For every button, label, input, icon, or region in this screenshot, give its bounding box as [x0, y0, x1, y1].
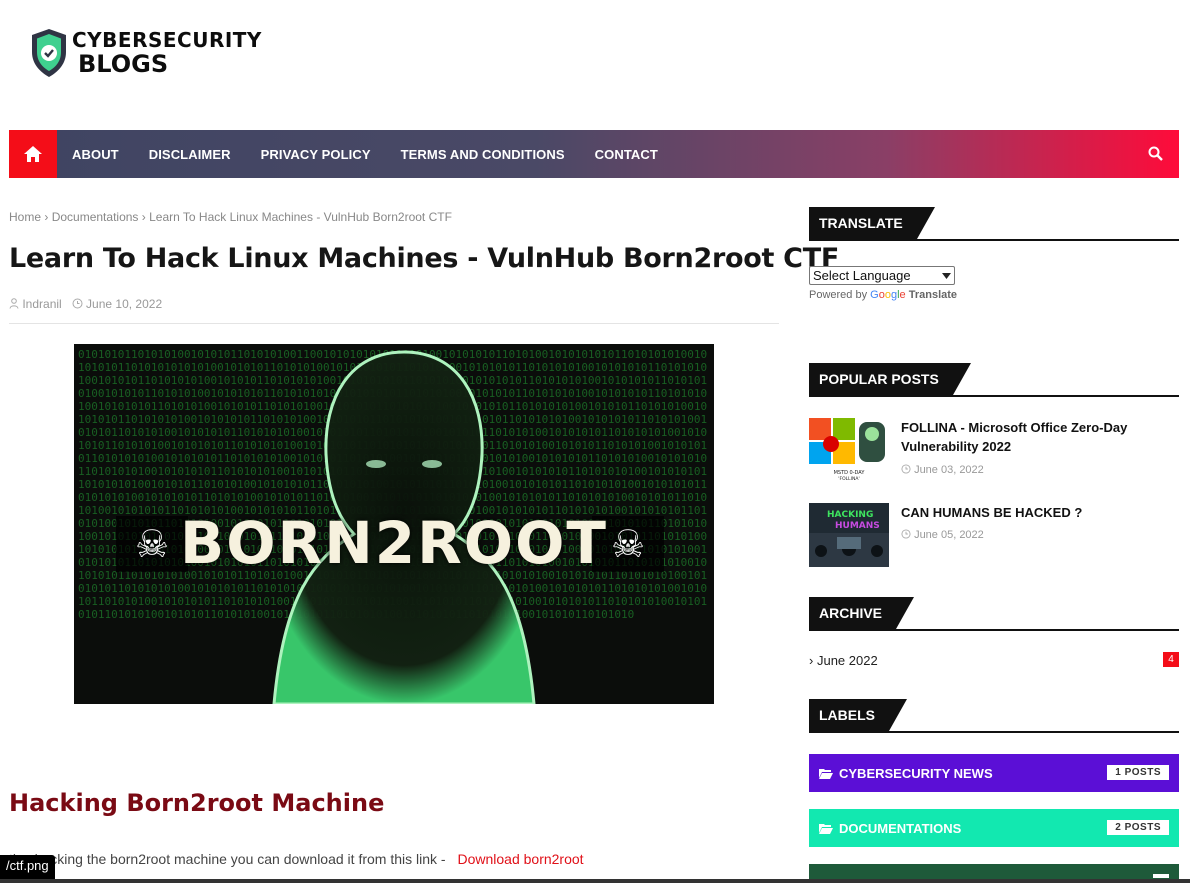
folder-open-icon [819, 768, 833, 779]
svg-text:'FOLLINA': 'FOLLINA' [838, 476, 859, 482]
post-date: June 10, 2022 [86, 297, 163, 311]
label-name: DOCUMENTATIONS [839, 820, 962, 836]
widget-title: LABELS [809, 699, 907, 731]
main-nav: ABOUT DISCLAIMER PRIVACY POLICY TERMS AN… [9, 130, 1179, 178]
popular-posts-widget-header: POPULAR POSTS [809, 363, 1179, 397]
shield-check-icon [32, 29, 66, 77]
archive-widget-header: ARCHIVE [809, 597, 1179, 631]
hacking-humans-thumbnail: HACKING HUMANS [809, 503, 889, 567]
label-documentations[interactable]: DOCUMENTATIONS 2 POSTS [809, 809, 1179, 847]
logo-subtitle: BLOGS [78, 50, 169, 78]
label-count: 2 POSTS [1107, 820, 1169, 835]
paragraph: tice hacking the born2root machine you c… [9, 851, 584, 867]
site-logo[interactable]: CYBERSECURITY BLOGS [30, 28, 262, 78]
svg-text:MSTD 0-DAY: MSTD 0-DAY [834, 470, 866, 476]
search-button[interactable] [1148, 146, 1163, 165]
archive-item-label: June 2022 [816, 653, 878, 668]
nav-item-about[interactable]: ABOUT [57, 147, 134, 162]
hero-image: 0101010110101010010101011010101001100101… [74, 344, 714, 704]
post-title: Learn To Hack Linux Machines - VulnHub B… [9, 243, 839, 274]
google-logo: Google [870, 289, 906, 301]
label-cybersecurity-news[interactable]: CYBERSECURITY NEWS 1 POSTS [809, 754, 1179, 792]
widget-title: TRANSLATE [809, 207, 935, 239]
language-select-value: Select Language [813, 268, 911, 283]
post-thumbnail[interactable]: HACKING HUMANS [809, 503, 889, 567]
label-name: CYBERSECURITY NEWS [839, 765, 993, 781]
svg-text:HUMANS: HUMANS [835, 521, 880, 531]
nav-home-button[interactable] [9, 130, 57, 178]
nav-item-terms[interactable]: TERMS AND CONDITIONS [386, 147, 580, 162]
home-icon [24, 146, 42, 162]
archive-count-badge: 4 [1163, 652, 1179, 667]
window-bottom-edge [0, 879, 1190, 883]
status-url-tooltip: /ctf.png [0, 855, 55, 879]
label-count [1153, 874, 1169, 878]
powered-by-google: Powered by Google Translate [809, 289, 957, 301]
breadcrumb-current: Learn To Hack Linux Machines - VulnHub B… [149, 210, 452, 224]
labels-widget-header: LABELS [809, 699, 1179, 733]
widget-title: POPULAR POSTS [809, 363, 971, 395]
follina-thumbnail: MSTD 0-DAY 'FOLLINA' [809, 418, 889, 482]
nav-item-privacy-policy[interactable]: PRIVACY POLICY [246, 147, 386, 162]
popular-post-date: June 03, 2022 [901, 464, 984, 476]
logo-title: CYBERSECURITY [72, 28, 262, 52]
nav-item-contact[interactable]: CONTACT [580, 147, 673, 162]
powered-by-text: Powered by [809, 289, 868, 301]
clock-icon [901, 529, 911, 539]
hero-title: BORN2ROOT [180, 509, 608, 577]
post-author[interactable]: Indranil [22, 297, 61, 311]
clock-icon [901, 464, 911, 474]
chevron-right-icon: › [44, 210, 52, 224]
breadcrumb-section[interactable]: Documentations [52, 210, 139, 224]
post-thumbnail[interactable]: MSTD 0-DAY 'FOLLINA' [809, 418, 889, 482]
download-link[interactable]: Download born2root [457, 851, 583, 867]
search-icon [1148, 146, 1163, 161]
translate-widget-header: TRANSLATE [809, 207, 1179, 241]
divider [9, 323, 779, 324]
popular-post-date-text: June 05, 2022 [914, 529, 984, 541]
paragraph-text: tice hacking the born2root machine you c… [9, 851, 446, 867]
translate-link[interactable]: Translate [909, 289, 957, 301]
breadcrumb: Home › Documentations › Learn To Hack Li… [9, 210, 452, 224]
archive-item[interactable]: › June 2022 [809, 653, 878, 668]
user-icon [9, 298, 19, 309]
label-count: 1 POSTS [1107, 765, 1169, 780]
post-meta: Indranil June 10, 2022 [9, 297, 162, 311]
chevron-right-icon: › [809, 653, 814, 668]
folder-open-icon [819, 823, 833, 834]
popular-post-title[interactable]: CAN HUMANS BE HACKED ? [901, 503, 1171, 522]
popular-post-date: June 05, 2022 [901, 529, 984, 541]
chevron-right-icon: › [141, 210, 150, 224]
language-select[interactable]: Select Language [809, 266, 955, 285]
chevron-down-icon [942, 272, 951, 279]
popular-post-date-text: June 03, 2022 [914, 464, 984, 476]
clock-icon [72, 298, 83, 309]
svg-text:HACKING: HACKING [827, 510, 873, 520]
section-heading: Hacking Born2root Machine [9, 789, 385, 817]
nav-item-disclaimer[interactable]: DISCLAIMER [134, 147, 246, 162]
popular-post-title[interactable]: FOLLINA - Microsoft Office Zero-Day Vuln… [901, 418, 1171, 456]
widget-title: ARCHIVE [809, 597, 915, 629]
breadcrumb-home[interactable]: Home [9, 210, 41, 224]
